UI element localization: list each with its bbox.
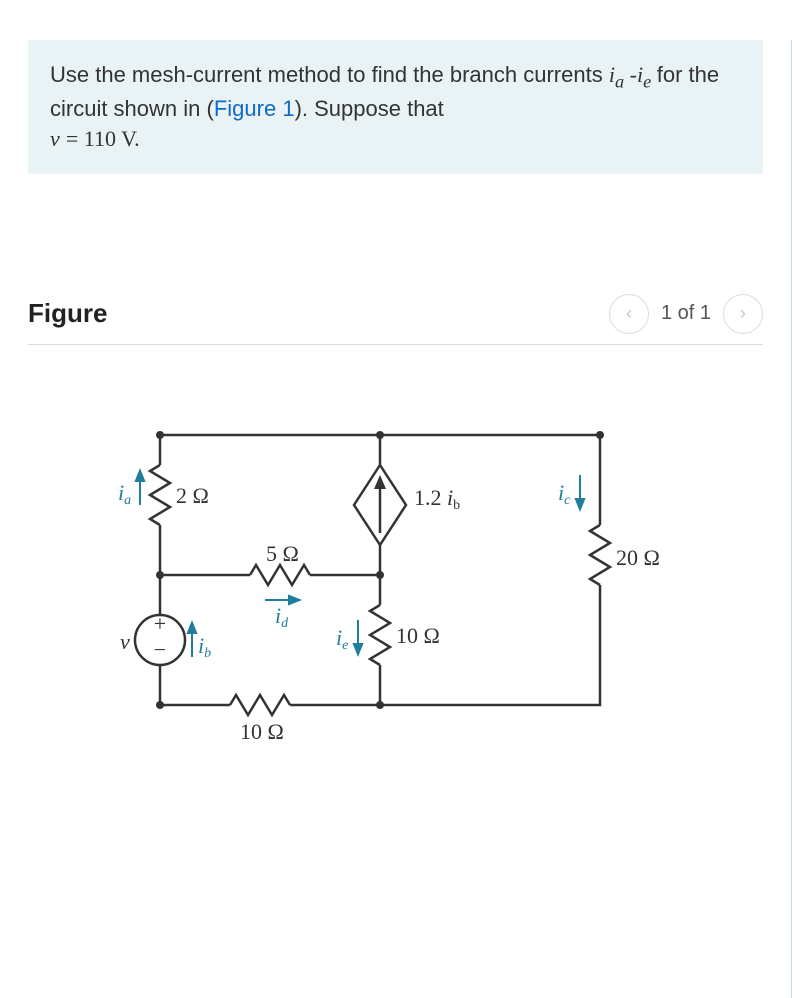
label-r5: 5 Ω bbox=[266, 541, 299, 566]
label-dep-src: 1.2 ib bbox=[414, 485, 460, 513]
chevron-right-icon: › bbox=[740, 303, 746, 324]
circuit-diagram: + − ia ib bbox=[80, 405, 680, 765]
vsrc-plus: + bbox=[154, 611, 166, 636]
label-r10-bottom: 10 Ω bbox=[240, 719, 284, 744]
problem-statement: Use the mesh-current method to find the … bbox=[28, 40, 763, 174]
page: Use the mesh-current method to find the … bbox=[0, 40, 792, 998]
prompt-text: Use the mesh-current method to find the … bbox=[50, 62, 609, 87]
label-r2: 2 Ω bbox=[176, 483, 209, 508]
figure-header: Figure ‹ 1 of 1 › bbox=[28, 294, 763, 345]
figure-counter: 1 of 1 bbox=[661, 302, 711, 325]
label-r20: 20 Ω bbox=[616, 545, 660, 570]
label-r10-right: 10 Ω bbox=[396, 623, 440, 648]
label-id: id bbox=[275, 603, 289, 631]
prompt-vars: ia -ie bbox=[609, 62, 657, 87]
vsrc-minus: − bbox=[154, 637, 166, 662]
label-ic: ic bbox=[558, 480, 571, 508]
label-vsrc: v bbox=[120, 629, 130, 654]
label-ie: ie bbox=[336, 625, 348, 653]
figure-link[interactable]: Figure 1 bbox=[214, 96, 295, 121]
label-ib: ib bbox=[198, 633, 211, 661]
label-ia: ia bbox=[118, 480, 131, 508]
figure-canvas: + − ia ib bbox=[80, 405, 791, 770]
chevron-left-icon: ‹ bbox=[626, 303, 632, 324]
prompt-text-after: ). Suppose that bbox=[295, 96, 444, 121]
prev-button[interactable]: ‹ bbox=[609, 294, 649, 334]
figure-nav: ‹ 1 of 1 › bbox=[609, 294, 763, 334]
next-button[interactable]: › bbox=[723, 294, 763, 334]
figure-title: Figure bbox=[28, 298, 107, 329]
